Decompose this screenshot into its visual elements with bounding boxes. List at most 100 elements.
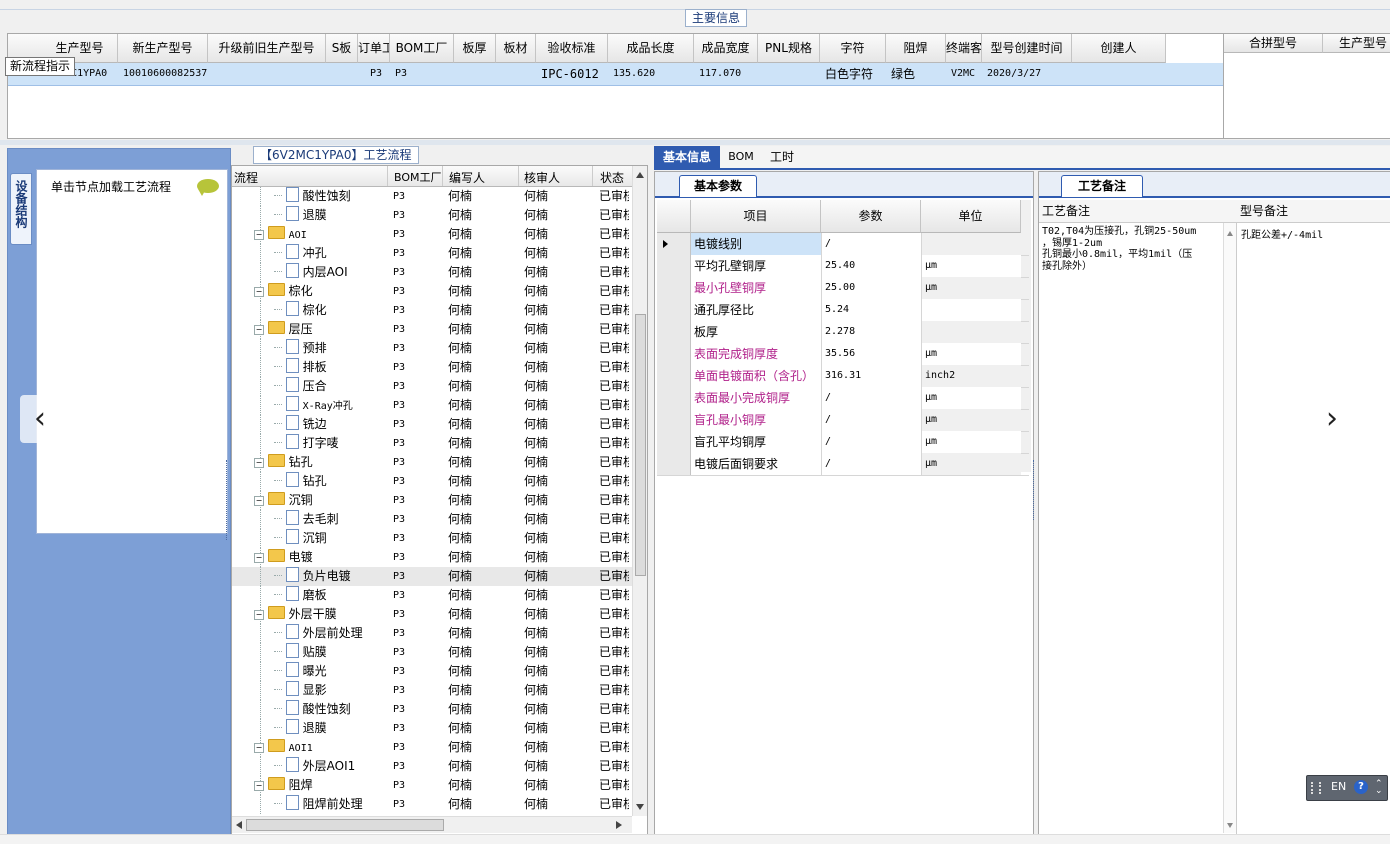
cell-pnl-spec[interactable] bbox=[763, 63, 819, 85]
tree-node-label[interactable]: 外层AOI1 bbox=[303, 759, 356, 773]
param-row[interactable]: 电镀后面铜要求 / μm bbox=[657, 453, 1029, 476]
row-header[interactable] bbox=[657, 255, 691, 277]
tree-node-label[interactable]: 外层干膜 bbox=[289, 607, 337, 621]
prev-arrow-button[interactable]: ‹ bbox=[20, 395, 60, 443]
scroll-thumb[interactable] bbox=[635, 314, 646, 576]
col-header-product-width[interactable]: 成品宽度 bbox=[694, 34, 758, 63]
col-header-board-thickness[interactable]: 板厚 bbox=[454, 34, 496, 63]
param-unit[interactable]: μm bbox=[921, 255, 1021, 277]
help-icon[interactable]: ? bbox=[1354, 780, 1368, 794]
tree-node-label[interactable]: 退膜 bbox=[303, 208, 327, 222]
tree-row[interactable]: − AOI P3 何楠 何楠 已审核 bbox=[232, 225, 632, 244]
tree-node-label[interactable]: 显影 bbox=[303, 683, 327, 697]
param-value[interactable]: / bbox=[821, 233, 921, 255]
tree-node-label[interactable]: 压合 bbox=[303, 379, 327, 393]
tab-work-hours[interactable]: 工时 bbox=[764, 146, 800, 168]
tree-row[interactable]: − 层压 P3 何楠 何楠 已审核 bbox=[232, 320, 632, 339]
row-header[interactable] bbox=[657, 233, 691, 255]
tree-row[interactable]: − 电镀 P3 何楠 何楠 已审核 bbox=[232, 548, 632, 567]
param-unit[interactable]: μm bbox=[921, 409, 1021, 431]
tree-row[interactable]: − 钻孔 P3 何楠 何楠 已审核 bbox=[232, 453, 632, 472]
tree-row[interactable]: 沉铜 P3 何楠 何楠 已审核 bbox=[232, 529, 632, 548]
ime-menu-icon[interactable]: ⌃ ⌄ bbox=[1375, 780, 1383, 796]
tree-row[interactable]: 曝光 P3 何楠 何楠 已审核 bbox=[232, 662, 632, 681]
param-item[interactable]: 平均孔壁铜厚 bbox=[691, 255, 821, 277]
cell-order-factory[interactable]: P3 bbox=[363, 63, 389, 85]
param-item[interactable]: 表面最小完成铜厚 bbox=[691, 387, 821, 409]
tree-row[interactable]: − AOI1 P3 何楠 何楠 已审核 bbox=[232, 738, 632, 757]
row-header[interactable] bbox=[657, 321, 691, 343]
cell-acceptance-standard[interactable]: IPC-6012 II级 bbox=[541, 63, 607, 85]
tree-node-label[interactable]: 去毛刺 bbox=[303, 512, 339, 526]
param-unit[interactable] bbox=[921, 233, 1021, 255]
param-unit[interactable]: μm bbox=[921, 431, 1021, 453]
tree-row[interactable]: 外层AOI1 P3 何楠 何楠 已审核 bbox=[232, 757, 632, 776]
tree-node-label[interactable]: 内层AOI bbox=[303, 265, 348, 279]
row-header[interactable] bbox=[657, 409, 691, 431]
tree-node-label[interactable]: 冲孔 bbox=[303, 246, 327, 260]
param-item[interactable]: 表面完成铜厚度 bbox=[691, 343, 821, 365]
tree-node-label[interactable]: 外层前处理 bbox=[303, 626, 363, 640]
tree-row[interactable]: 外层前处理 P3 何楠 何楠 已审核 bbox=[232, 624, 632, 643]
col-header-bom-factory[interactable]: BOM工厂 bbox=[394, 169, 442, 185]
tree-row[interactable]: − 外层干膜 P3 何楠 何楠 已审核 bbox=[232, 605, 632, 624]
param-value[interactable]: 35.56 bbox=[821, 343, 921, 365]
tree-node-label[interactable]: 沉铜 bbox=[303, 531, 327, 545]
param-value[interactable]: / bbox=[821, 409, 921, 431]
row-header[interactable] bbox=[657, 387, 691, 409]
param-item[interactable]: 最小孔壁铜厚 bbox=[691, 277, 821, 299]
merge-model-header[interactable]: 合拼型号 bbox=[1224, 34, 1323, 53]
col-header-process[interactable]: 流程 bbox=[234, 169, 258, 186]
cell-creator[interactable] bbox=[1077, 63, 1165, 85]
ime-language[interactable]: EN bbox=[1331, 780, 1346, 793]
tree-node-label[interactable]: 沉铜 bbox=[289, 493, 313, 507]
tree-node-label[interactable]: 负片电镀 bbox=[303, 569, 351, 583]
note-scroll-down-arrow[interactable] bbox=[1227, 823, 1233, 828]
tree-node-label[interactable]: 棕化 bbox=[289, 284, 313, 298]
param-row[interactable]: 表面最小完成铜厚 / μm bbox=[657, 387, 1029, 410]
col-header-new-production-model[interactable]: 新生产型号 bbox=[118, 34, 208, 63]
cell-product-length[interactable]: 135.620 bbox=[613, 63, 693, 85]
param-unit[interactable]: μm bbox=[921, 453, 1021, 475]
param-value[interactable]: 316.31 bbox=[821, 365, 921, 387]
param-item[interactable]: 单面电镀面积（含孔） bbox=[691, 365, 821, 387]
tree-row[interactable]: 棕化 P3 何楠 何楠 已审核 bbox=[232, 301, 632, 320]
param-unit[interactable]: μm bbox=[921, 277, 1021, 299]
tree-row[interactable]: 退膜 P3 何楠 何楠 已审核 bbox=[232, 719, 632, 738]
tree-node-label[interactable]: 棕化 bbox=[303, 303, 327, 317]
tree-node-label[interactable]: AOI1 bbox=[289, 743, 313, 754]
tab-basic-info[interactable]: 基本信息 bbox=[654, 146, 720, 168]
tree-row[interactable]: 铣边 P3 何楠 何楠 已审核 bbox=[232, 415, 632, 434]
col-header-writer[interactable]: 编写人 bbox=[449, 169, 485, 186]
tree-row[interactable]: 压合 P3 何楠 何楠 已审核 bbox=[232, 377, 632, 396]
cell-solder-mask[interactable]: 绿色 bbox=[891, 63, 945, 85]
collapse-toggle-icon[interactable]: − bbox=[254, 325, 264, 335]
cell-board-thickness[interactable] bbox=[459, 63, 495, 85]
param-item[interactable]: 电镀线别 bbox=[691, 233, 821, 255]
collapse-toggle-icon[interactable]: − bbox=[254, 553, 264, 563]
params-header-value[interactable]: 参数 bbox=[821, 200, 921, 233]
cell-end-customer-code[interactable]: V2MC bbox=[951, 63, 981, 85]
cell-product-width[interactable]: 117.070 bbox=[699, 63, 757, 85]
tree-node-label[interactable]: X-Ray冲孔 bbox=[303, 401, 353, 412]
cell-new-production-model[interactable]: 10010600082537 bbox=[123, 63, 207, 85]
collapse-toggle-icon[interactable]: − bbox=[254, 496, 264, 506]
col-header-creator[interactable]: 创建人 bbox=[1072, 34, 1166, 63]
col-header-reviewer[interactable]: 核审人 bbox=[524, 169, 560, 186]
col-header-s-board[interactable]: S板 bbox=[326, 34, 358, 63]
tree-row[interactable]: − 阻焊 P3 何楠 何楠 已审核 bbox=[232, 776, 632, 795]
param-item[interactable]: 电镀后面铜要求 bbox=[691, 453, 821, 475]
tree-row[interactable]: 冲孔 P3 何楠 何楠 已审核 bbox=[232, 244, 632, 263]
col-header-solder-mask[interactable]: 阻焊 bbox=[886, 34, 946, 63]
col-header-acceptance-standard[interactable]: 验收标准 bbox=[536, 34, 608, 63]
tree-row[interactable]: 排板 P3 何楠 何楠 已审核 bbox=[232, 358, 632, 377]
row-header[interactable] bbox=[657, 277, 691, 299]
tree-node-label[interactable]: 退膜 bbox=[303, 721, 327, 735]
tab-basic-params[interactable]: 基本参数 bbox=[679, 175, 757, 197]
param-unit[interactable] bbox=[921, 321, 1021, 343]
param-row[interactable]: 盲孔平均铜厚 / μm bbox=[657, 431, 1029, 454]
param-unit[interactable]: μm bbox=[921, 343, 1021, 365]
tree-row[interactable]: 贴膜 P3 何楠 何楠 已审核 bbox=[232, 643, 632, 662]
param-value[interactable]: 25.40 bbox=[821, 255, 921, 277]
collapse-toggle-icon[interactable]: − bbox=[254, 230, 264, 240]
